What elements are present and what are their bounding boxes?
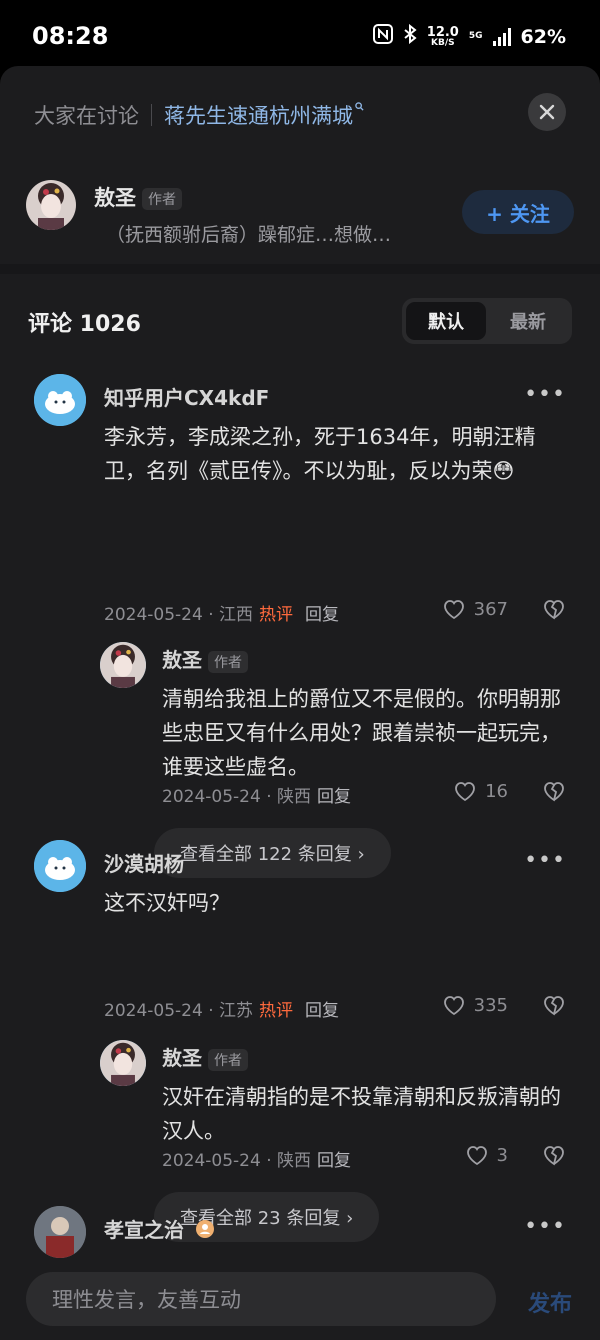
author-tag: 作者 <box>208 1048 248 1071</box>
dislike-button[interactable] <box>542 994 566 1020</box>
author-avatar[interactable] <box>100 1040 146 1086</box>
network-speed: 12.0 KB/S <box>426 24 459 48</box>
verified-badge-icon <box>195 1219 215 1244</box>
comment-username[interactable]: 孝宣之治 <box>104 1214 215 1244</box>
reply-meta: 2024-05-24 · 陕西 回复 <box>162 782 351 807</box>
topic-label: 大家在讨论 <box>34 104 139 128</box>
like-button[interactable]: 3 <box>465 1144 508 1166</box>
like-button[interactable]: 335 <box>442 994 508 1016</box>
like-count: 16 <box>485 780 508 802</box>
reply-date-location: 2024-05-24 · 陕西 <box>162 787 312 807</box>
reply-button[interactable]: 回复 <box>305 1001 339 1021</box>
like-button[interactable]: 367 <box>442 598 508 620</box>
comment-text: 李永芳，李成梁之孙，死于1634年，明朝汪精卫，名列《贰臣传》。不以为耻，反以为… <box>104 425 536 483</box>
sort-newest-tab[interactable]: 最新 <box>488 302 568 340</box>
signal-icon <box>492 27 511 46</box>
reply-text: 清朝给我祖上的爵位又不是假的。你明朝那些忠臣又有什么用处？跟着崇祯一起玩完，谁要… <box>162 687 561 779</box>
reply-username[interactable]: 敖圣 作者 <box>162 1042 248 1071</box>
heart-icon <box>455 782 475 802</box>
author-avatar[interactable] <box>100 642 146 688</box>
status-time: 08:28 <box>32 22 109 50</box>
sort-default-tab[interactable]: 默认 <box>406 302 486 340</box>
close-button[interactable] <box>528 93 566 131</box>
comment-date-location: 2024-05-24 · 江西 <box>104 605 254 625</box>
dislike-button[interactable] <box>542 1144 566 1170</box>
more-options-icon[interactable]: ••• <box>524 848 566 873</box>
reply-button[interactable]: 回复 <box>317 787 351 807</box>
user-avatar[interactable] <box>34 374 86 426</box>
heart-icon <box>466 1146 487 1166</box>
hot-comment-badge: 热评 <box>259 605 294 625</box>
topic-link[interactable]: 蒋先生速通杭州满城 <box>164 100 353 130</box>
author-tag: 作者 <box>142 188 182 210</box>
author-tag: 作者 <box>208 650 248 673</box>
user-avatar[interactable] <box>34 1206 86 1258</box>
reply-button[interactable]: 回复 <box>317 1151 351 1171</box>
broken-heart-icon <box>544 782 564 802</box>
author-description: （抚西额驸后裔）躁郁症…想做… <box>106 224 392 246</box>
like-count: 335 <box>473 994 508 1016</box>
status-icons: 12.0 KB/S 5G 62% <box>372 23 566 49</box>
heart-icon <box>443 996 464 1016</box>
broken-heart-icon <box>544 1146 564 1166</box>
battery-level: 62% <box>520 25 566 48</box>
comment-meta: 2024-05-24 · 江西 热评 回复 <box>104 600 339 625</box>
heart-icon <box>443 600 464 620</box>
author-avatar[interactable] <box>26 180 76 230</box>
reply-date-location: 2024-05-24 · 陕西 <box>162 1151 312 1171</box>
network-type: 5G <box>468 31 483 41</box>
comment-text: 这不汉奸吗？ <box>104 891 230 915</box>
more-options-icon[interactable]: ••• <box>524 382 566 407</box>
nfc-icon <box>372 24 393 49</box>
sort-toggle: 默认 最新 <box>402 298 572 344</box>
author-name: 敖圣 作者 <box>94 182 182 212</box>
user-avatar[interactable] <box>34 840 86 892</box>
section-divider <box>0 264 600 274</box>
like-count: 3 <box>496 1144 508 1166</box>
comment-username[interactable]: 沙漠胡杨 <box>104 848 184 877</box>
more-options-icon[interactable]: ••• <box>524 1214 566 1239</box>
follow-button[interactable]: + 关注 <box>462 190 574 234</box>
dislike-button[interactable] <box>542 598 566 624</box>
reply-meta: 2024-05-24 · 陕西 回复 <box>162 1146 351 1171</box>
comment-meta: 2024-05-24 · 江苏 热评 回复 <box>104 996 339 1021</box>
close-icon <box>539 104 555 120</box>
author-card[interactable]: 敖圣 作者 （抚西额驸后裔）躁郁症…想做… + 关注 <box>26 180 574 250</box>
like-button[interactable]: 16 <box>453 780 508 802</box>
reply-username[interactable]: 敖圣 作者 <box>162 644 248 673</box>
discussion-topic: 大家在讨论 蒋先生速通杭州满城 <box>34 100 364 130</box>
comments-sheet: 大家在讨论 蒋先生速通杭州满城 敖圣 作者 （抚西额驸后裔）躁郁症…想做… + 关… <box>0 66 600 1340</box>
reply-text: 汉奸在清朝指的是不投靠清朝和反叛清朝的汉人。 <box>162 1085 561 1143</box>
reply-button[interactable]: 回复 <box>305 605 339 625</box>
broken-heart-icon <box>544 996 564 1016</box>
comment-date-location: 2024-05-24 · 江苏 <box>104 1001 254 1021</box>
dislike-button[interactable] <box>542 780 566 806</box>
broken-heart-icon <box>544 600 564 620</box>
comments-count: 评论 1026 <box>28 312 141 337</box>
bluetooth-icon <box>403 23 417 49</box>
hot-comment-badge: 热评 <box>259 1001 294 1021</box>
comment-username[interactable]: 知乎用户CX4kdF <box>104 382 269 411</box>
publish-button[interactable]: 发布 <box>528 1286 572 1318</box>
topic-divider <box>151 104 152 126</box>
like-count: 367 <box>473 598 508 620</box>
search-icon <box>355 101 364 114</box>
comment-input[interactable]: 理性发言，友善互动 <box>26 1272 496 1326</box>
view-all-replies-button[interactable]: 查看全部 122 条回复 › <box>154 828 391 878</box>
